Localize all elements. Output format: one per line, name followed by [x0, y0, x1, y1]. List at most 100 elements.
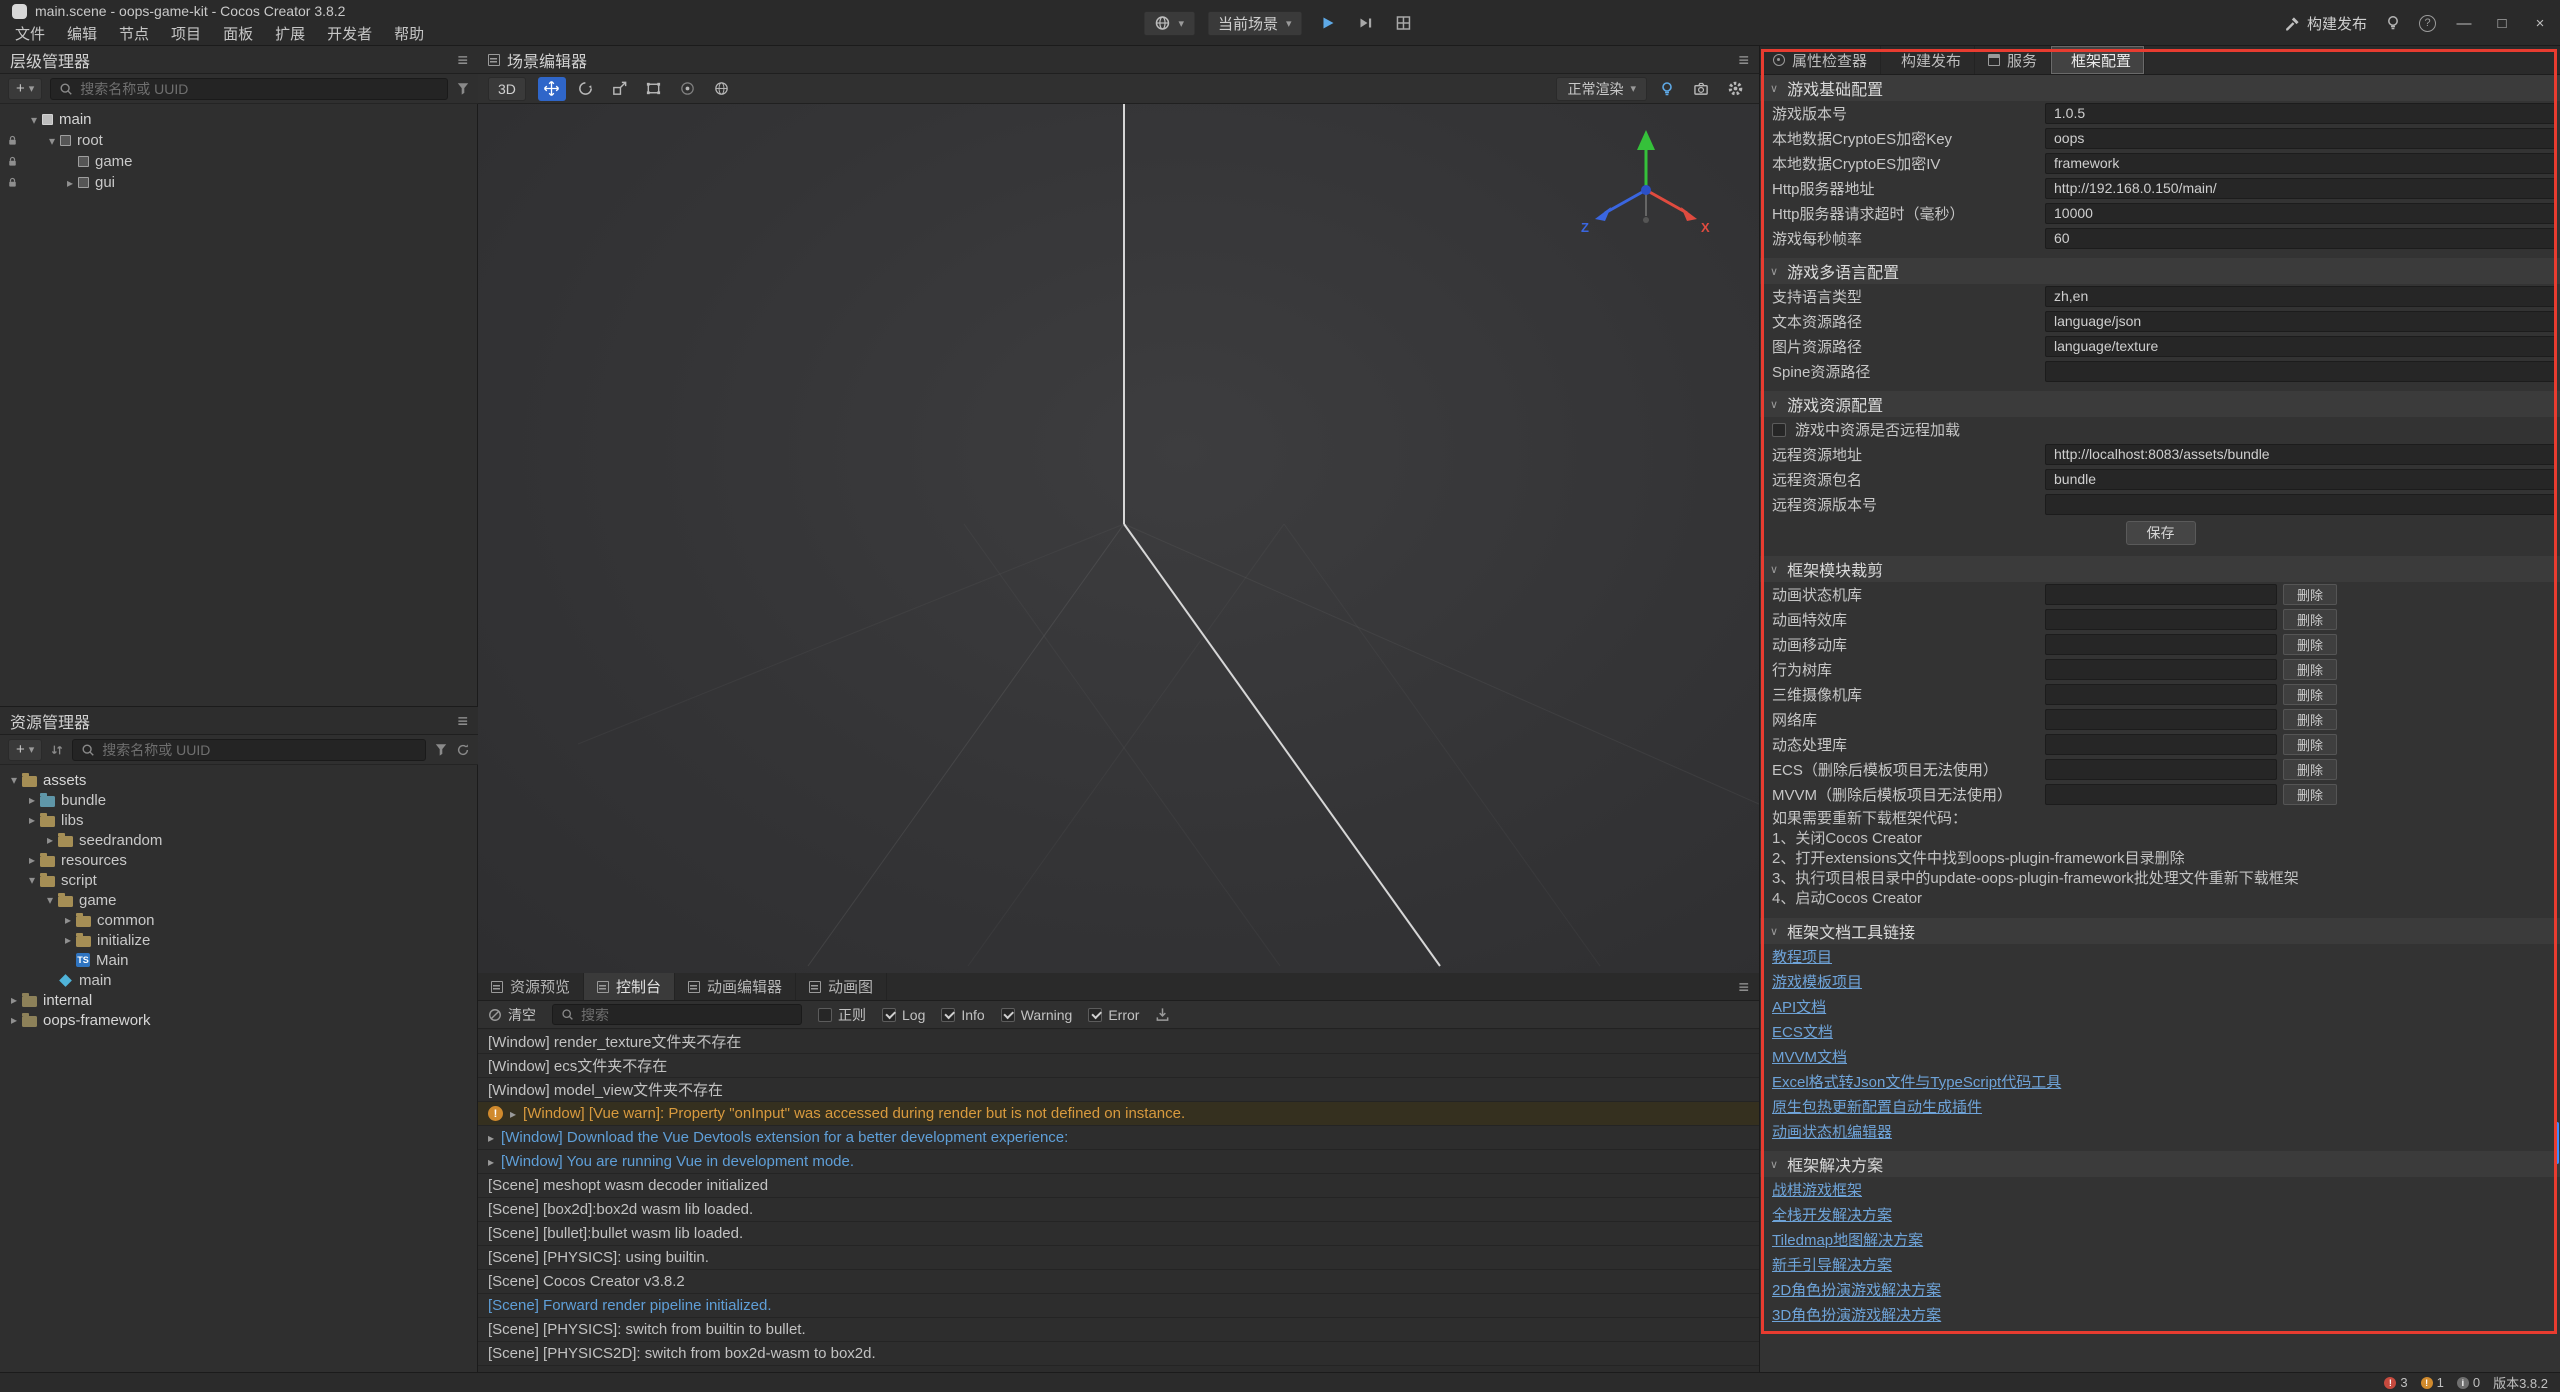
asset-node[interactable]: ▾ script — [0, 870, 478, 890]
error-count-badge[interactable]: ! 3 — [2384, 1375, 2407, 1390]
delete-module-button[interactable]: 删除 — [2283, 734, 2337, 755]
lightbulb-icon[interactable] — [2385, 15, 2401, 31]
log-row[interactable]: ! [Scene] [bullet]:bullet wasm lib loade… — [478, 1222, 1759, 1246]
config-input[interactable]: 60 — [2045, 228, 2556, 249]
window-minimize-button[interactable]: — — [2454, 15, 2474, 32]
section-header-docs[interactable]: ∨ 框架文档工具链接 — [1760, 918, 2560, 944]
config-input[interactable]: zh,en — [2045, 286, 2556, 307]
inspector-tab[interactable]: 服务 — [1975, 46, 2051, 74]
doc-link[interactable]: ECS文档 — [1772, 1021, 1833, 1042]
menu-item[interactable]: 帮助 — [383, 21, 435, 45]
sort-icon[interactable] — [50, 743, 64, 757]
delete-module-button[interactable]: 删除 — [2283, 709, 2337, 730]
scene-camera-button[interactable] — [1687, 77, 1715, 101]
warning-count-badge[interactable]: ! 1 — [2421, 1375, 2444, 1390]
tree-node[interactable]: game — [0, 151, 478, 172]
log-row[interactable]: ! ▸ [Window] [Vue warn]: Property "onInp… — [478, 1102, 1759, 1126]
section-header-language[interactable]: ∨ 游戏多语言配置 — [1760, 258, 2560, 284]
checkbox-icon[interactable] — [1772, 423, 1786, 437]
section-header-solutions[interactable]: ∨ 框架解决方案 — [1760, 1151, 2560, 1177]
section-header-resource[interactable]: ∨ 游戏资源配置 — [1760, 391, 2560, 417]
asset-node[interactable]: ▸ libs — [0, 810, 478, 830]
rect-tool-button[interactable] — [640, 77, 668, 101]
create-asset-button[interactable]: +▾ — [8, 739, 42, 761]
menu-item[interactable]: 项目 — [160, 21, 212, 45]
log-row[interactable]: ! ▸ [Window] Download the Vue Devtools e… — [478, 1126, 1759, 1150]
asset-node[interactable]: ▸ oops-framework — [0, 1010, 478, 1030]
log-row[interactable]: ! [Scene] Forward render pipeline initia… — [478, 1294, 1759, 1318]
tree-node[interactable]: ▸ gui — [0, 172, 478, 193]
regex-toggle[interactable]: 正则 — [818, 1005, 866, 1025]
solution-link[interactable]: 战棋游戏框架 — [1772, 1179, 1862, 1200]
asset-node[interactable]: ▸ resources — [0, 850, 478, 870]
help-icon[interactable]: ? — [2419, 15, 2436, 32]
asset-node[interactable]: main — [0, 970, 478, 990]
menu-item[interactable]: 开发者 — [316, 21, 383, 45]
log-row[interactable]: ! [Scene] meshopt wasm decoder initializ… — [478, 1174, 1759, 1198]
console-tab[interactable]: 资源预览 — [478, 973, 584, 1000]
filter-icon[interactable] — [434, 743, 448, 756]
console-tab[interactable]: 动画编辑器 — [675, 973, 796, 1000]
delete-module-button[interactable]: 删除 — [2283, 784, 2337, 805]
pivot-tool-button[interactable] — [674, 77, 702, 101]
doc-link[interactable]: 动画状态机编辑器 — [1772, 1121, 1892, 1142]
delete-module-button[interactable]: 删除 — [2283, 634, 2337, 655]
console-tab[interactable]: 控制台 — [584, 973, 675, 1000]
move-tool-button[interactable] — [538, 77, 566, 101]
expand-arrow-icon[interactable]: ▾ — [42, 893, 58, 907]
config-input[interactable] — [2045, 494, 2556, 515]
config-input[interactable]: 1.0.5 — [2045, 103, 2556, 124]
scene-settings-gear-icon[interactable] — [1721, 77, 1749, 101]
info-count-badge[interactable]: i 0 — [2457, 1375, 2480, 1390]
expand-arrow-icon[interactable]: ▸ — [24, 853, 40, 867]
solution-link[interactable]: 全栈开发解决方案 — [1772, 1204, 1892, 1225]
log-filter-toggle[interactable]: Warning — [1001, 1007, 1073, 1023]
checkbox-icon[interactable] — [882, 1008, 896, 1022]
log-row[interactable]: ! [Window] render_texture文件夹不存在 — [478, 1030, 1759, 1054]
config-input[interactable]: 10000 — [2045, 203, 2556, 224]
expand-arrow-icon[interactable]: ▸ — [488, 1131, 494, 1145]
checkbox-icon[interactable] — [1001, 1008, 1015, 1022]
panel-menu-icon[interactable]: ≡ — [457, 51, 468, 69]
render-mode-dropdown[interactable]: 正常渲染 ▾ — [1556, 77, 1647, 101]
menu-item[interactable]: 节点 — [108, 21, 160, 45]
doc-link[interactable]: 教程项目 — [1772, 946, 1832, 967]
expand-arrow-icon[interactable]: ▸ — [6, 1013, 22, 1027]
scene-viewport[interactable]: X Z — [478, 104, 1759, 973]
config-input[interactable]: oops — [2045, 128, 2556, 149]
asset-node[interactable]: ▸ initialize — [0, 930, 478, 950]
delete-module-button[interactable]: 删除 — [2283, 609, 2337, 630]
expand-arrow-icon[interactable]: ▾ — [24, 873, 40, 887]
layout-grid-button[interactable] — [1391, 11, 1417, 36]
inspector-tab[interactable]: 框架配置 — [2051, 46, 2145, 74]
play-button[interactable] — [1315, 11, 1341, 36]
delete-module-button[interactable]: 删除 — [2283, 759, 2337, 780]
asset-node[interactable]: ▸ common — [0, 910, 478, 930]
log-row[interactable]: ! ▸ [Window] You are running Vue in deve… — [478, 1150, 1759, 1174]
expand-arrow-icon[interactable]: ▸ — [488, 1155, 494, 1169]
doc-link[interactable]: 游戏模板项目 — [1772, 971, 1862, 992]
expand-arrow-icon[interactable]: ▾ — [26, 113, 42, 127]
clear-console-button[interactable]: 清空 — [488, 1005, 536, 1025]
tree-node[interactable]: ▾ root — [0, 130, 478, 151]
asset-node[interactable]: ▸ seedrandom — [0, 830, 478, 850]
delete-module-button[interactable]: 删除 — [2283, 584, 2337, 605]
refresh-icon[interactable] — [456, 743, 470, 757]
config-input[interactable]: bundle — [2045, 469, 2556, 490]
doc-link[interactable]: Excel格式转Json文件与TypeScript代码工具 — [1772, 1071, 2061, 1092]
solution-link[interactable]: 3D角色扮演游戏解决方案 — [1772, 1304, 1941, 1325]
console-tab[interactable]: 动画图 — [796, 973, 887, 1000]
asset-node[interactable]: ▸ internal — [0, 990, 478, 1010]
log-row[interactable]: ! [Scene] [PHYSICS]: using builtin. — [478, 1246, 1759, 1270]
menu-item[interactable]: 编辑 — [56, 21, 108, 45]
config-input[interactable] — [2045, 361, 2556, 382]
step-button[interactable] — [1353, 11, 1379, 36]
solution-link[interactable]: Tiledmap地图解决方案 — [1772, 1229, 1923, 1250]
preview-target-button[interactable]: ▾ — [1143, 11, 1195, 36]
config-input[interactable]: language/texture — [2045, 336, 2556, 357]
scale-tool-button[interactable] — [606, 77, 634, 101]
log-filter-toggle[interactable]: Log — [882, 1007, 925, 1023]
log-row[interactable]: ! [Scene] [PHYSICS2D]: switch from box2d… — [478, 1342, 1759, 1366]
panel-menu-icon[interactable]: ≡ — [1738, 978, 1749, 996]
inspector-scrollbar-thumb[interactable] — [2555, 1122, 2559, 1164]
